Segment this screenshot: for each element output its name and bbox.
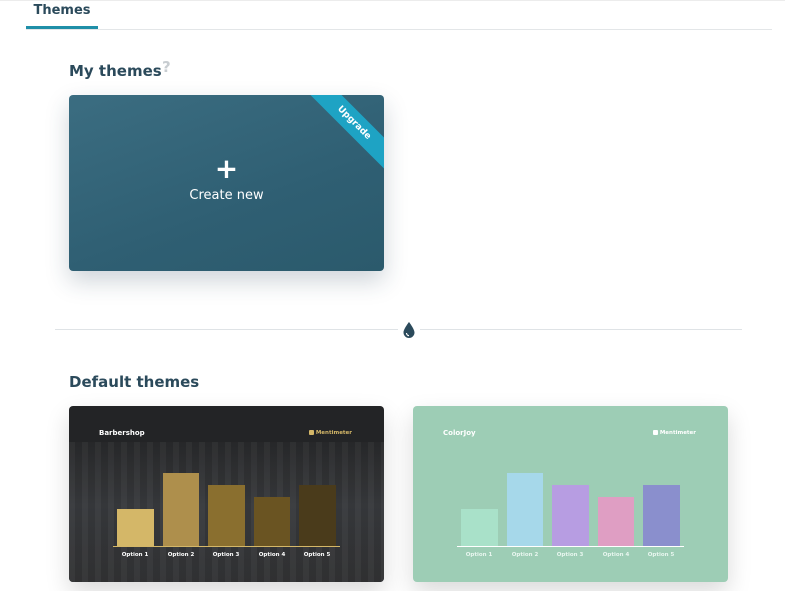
option-label: Option 2 — [511, 552, 539, 558]
chart-baseline — [457, 546, 684, 547]
mentimeter-logo: Mentimeter — [308, 430, 352, 436]
tab-themes[interactable]: Themes — [26, 0, 98, 29]
default-themes-heading: Default themes — [69, 373, 200, 391]
mentimeter-logo: Mentimeter — [652, 430, 696, 436]
option-label: Option 3 — [212, 552, 240, 558]
top-border — [0, 0, 785, 1]
bar-option-3 — [208, 485, 245, 546]
chart-baseline — [113, 546, 340, 547]
plus-icon: + — [214, 152, 239, 185]
drop-icon — [403, 322, 415, 338]
bar-option-4 — [254, 497, 290, 546]
option-label: Option 2 — [167, 552, 195, 558]
bar-option-1 — [461, 509, 498, 546]
help-icon[interactable]: ? — [162, 58, 171, 76]
option-label: Option 4 — [258, 552, 286, 558]
theme-name: ColorJoy — [443, 429, 476, 437]
theme-card-colorjoy[interactable]: ColorJoy Mentimeter Option 1 Option 2 Op… — [413, 406, 728, 582]
bar-option-4 — [598, 497, 634, 546]
create-new-label: Create new — [189, 188, 264, 203]
top-tab-bar: Themes — [0, 0, 785, 30]
tab-themes-label: Themes — [33, 3, 91, 18]
divider-badge — [398, 320, 420, 340]
option-label: Option 4 — [602, 552, 630, 558]
bar-option-2 — [507, 473, 543, 546]
brand-label: Mentimeter — [315, 430, 352, 436]
theme-name: Barbershop — [99, 429, 145, 437]
option-label: Option 3 — [556, 552, 584, 558]
option-label: Option 5 — [303, 552, 331, 558]
brand-label: Mentimeter — [659, 430, 696, 436]
option-label: Option 5 — [647, 552, 675, 558]
logo-square-icon — [652, 430, 658, 435]
option-label: Option 1 — [465, 552, 493, 558]
bar-option-5 — [299, 485, 336, 546]
bar-option-3 — [552, 485, 589, 546]
tab-bar-divider — [26, 29, 772, 30]
theme-card-barbershop[interactable]: Barbershop Mentimeter Option 1 Option 2 … — [69, 406, 384, 582]
my-themes-heading: My themes — [69, 62, 162, 80]
bar-option-5 — [643, 485, 680, 546]
bar-option-2 — [163, 473, 199, 546]
bar-option-1 — [117, 509, 154, 546]
option-label: Option 1 — [121, 552, 149, 558]
create-new-theme-card[interactable]: + Create new Upgrade — [69, 95, 384, 271]
logo-square-icon — [308, 430, 314, 435]
